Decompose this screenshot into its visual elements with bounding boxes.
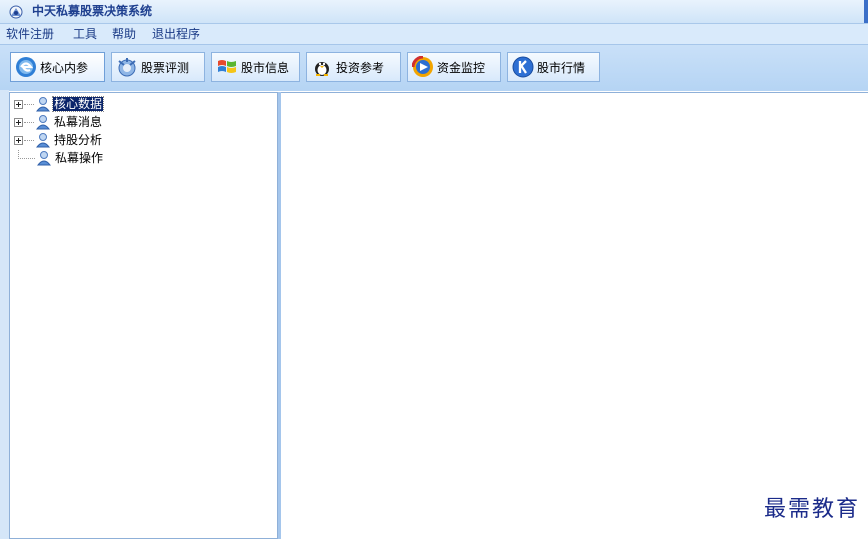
title-bar: 中天私募股票决策系统 (0, 0, 868, 24)
medal-icon (118, 58, 136, 77)
tab-market-info[interactable]: 股市信息 (211, 52, 300, 82)
expand-icon[interactable] (14, 99, 23, 109)
tab-label: 股市行情 (537, 60, 586, 75)
tab-label: 股市信息 (241, 60, 290, 75)
tab-core-reference[interactable]: 核心内参 (10, 52, 105, 82)
app-icon (9, 5, 23, 19)
tree-node-holding-analysis[interactable]: 持股分析 (14, 132, 103, 148)
person-icon (36, 151, 52, 166)
k-circle-icon (512, 56, 534, 78)
tree-connector (24, 121, 34, 123)
tree-panel: 核心数据 私幕消息 持股分析 私幕操作 (9, 92, 278, 539)
tree-node-label: 私幕消息 (54, 115, 103, 129)
windows-flag-icon (218, 60, 236, 73)
menu-exit[interactable]: 退出程序 (152, 27, 200, 41)
play-disc-icon (412, 56, 433, 77)
tree-connector (24, 103, 34, 105)
person-icon (35, 133, 51, 148)
tab-label: 投资参考 (336, 60, 385, 75)
tree-connector (24, 139, 34, 141)
tree-node-core-data[interactable]: 核心数据 (14, 96, 105, 112)
watermark: 最需教育 (763, 497, 860, 522)
tab-stock-rating[interactable]: 股票评测 (111, 52, 205, 82)
menu-tools[interactable]: 工具 (73, 27, 97, 41)
tree-node-private-news[interactable]: 私幕消息 (14, 114, 103, 130)
blue-e-icon (16, 57, 36, 77)
tab-label: 核心内参 (40, 60, 89, 75)
window-title: 中天私募股票决策系统 (32, 4, 153, 18)
expand-icon[interactable] (14, 117, 23, 127)
window-edge (864, 0, 868, 23)
expand-icon[interactable] (14, 135, 23, 145)
tab-label: 股票评测 (141, 60, 190, 75)
person-icon (35, 97, 51, 112)
tree-node-label: 私幕操作 (55, 151, 104, 165)
tree-connector (28, 157, 35, 159)
tree-connector (18, 149, 27, 159)
tab-market-quotes[interactable]: 股市行情 (507, 52, 600, 82)
left-margin (0, 90, 9, 539)
tree-node-label: 持股分析 (54, 133, 103, 147)
tab-fund-monitor[interactable]: 资金监控 (407, 52, 501, 82)
menu-bar: 软件注册 工具 帮助 退出程序 (0, 24, 868, 44)
person-icon (35, 115, 51, 130)
toolbar: 核心内参 股票评测 股市信息 投资参考 资金监控 股市行情 (0, 44, 868, 91)
tab-investment-reference[interactable]: 投资参考 (306, 52, 401, 82)
menu-help[interactable]: 帮助 (112, 27, 136, 41)
tree-node-private-operations[interactable]: 私幕操作 (14, 149, 104, 166)
tab-label: 资金监控 (437, 60, 486, 75)
penguin-icon (315, 62, 329, 76)
menu-register[interactable]: 软件注册 (6, 27, 54, 41)
tree-node-label: 核心数据 (51, 96, 105, 112)
content-panel (281, 92, 868, 539)
